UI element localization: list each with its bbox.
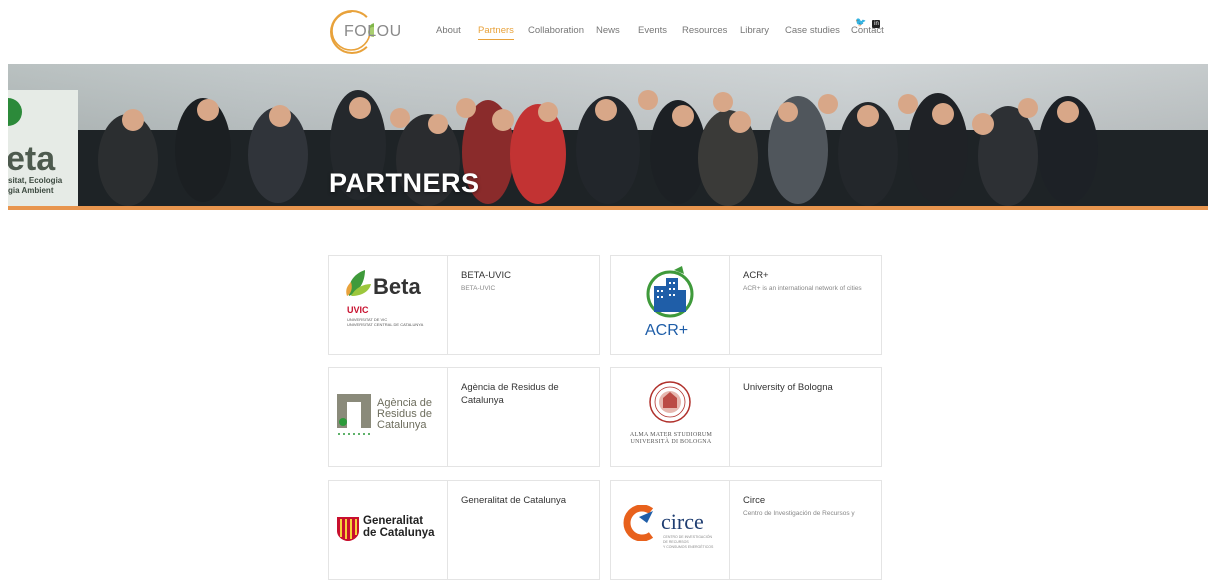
bologna-logo-text: ALMA MATER STUDIORUM UNIVERSITÀ DI BOLOG… — [629, 432, 713, 445]
social-links: 🐦 in — [855, 12, 885, 30]
page-title: PARTNERS — [329, 168, 480, 198]
partner-card-acr[interactable]: ACR+ ACR+ ACR+ is an international netwo… — [610, 255, 882, 355]
partner-logo: Beta UVIC UNIVERSITAT DE VIC UNIVERSITAT… — [329, 256, 448, 354]
banner-sign-text: eta sitat, Ecologia gia Ambient — [8, 140, 63, 195]
partner-card-circe[interactable]: circe CENTRO DE INVESTIGACIÓN DE RECURSO… — [610, 480, 882, 580]
partner-name[interactable]: Circe — [743, 494, 873, 507]
circe-brand-text: circe — [661, 509, 704, 534]
arc-logo-text: Agència de Residus de Catalunya — [377, 397, 433, 431]
nav-partners[interactable]: Partners — [478, 25, 514, 40]
bologna-seal-icon — [649, 381, 691, 423]
site-header: FOLOU About Partners Collaboration News … — [0, 0, 1208, 64]
acr-globe-icon — [646, 266, 694, 318]
partner-card-generalitat[interactable]: Generalitat de Catalunya Generalitat de … — [328, 480, 600, 580]
partner-logo: ACR+ — [611, 256, 730, 354]
partner-description: Centro de Investigación de Recursos y — [743, 510, 855, 517]
arc-logo-icon — [337, 394, 371, 435]
partner-name[interactable]: BETA-UVIC — [461, 269, 591, 282]
logo-text: FOLOU — [344, 23, 402, 40]
generalitat-logo-text: Generalitat de Catalunya — [363, 515, 435, 539]
uvic-text: UVIC — [347, 305, 369, 315]
partner-card-beta-uvic[interactable]: Beta UVIC UNIVERSITAT DE VIC UNIVERSITAT… — [328, 255, 600, 355]
partner-card-arc[interactable]: Agència de Residus de Catalunya Agència … — [328, 367, 600, 467]
nav-events[interactable]: Events — [638, 25, 667, 36]
partner-description: ACR+ is an international network of citi… — [743, 285, 862, 292]
beta-brand-text: Beta — [373, 274, 421, 299]
partner-description: BETA-UVIC — [461, 285, 496, 292]
partner-name[interactable]: ACR+ — [743, 269, 873, 282]
partner-name[interactable]: Generalitat de Catalunya — [461, 494, 591, 507]
partner-name[interactable]: University of Bologna — [743, 381, 873, 394]
nav-library[interactable]: Library — [740, 25, 769, 36]
hero-accent-bar — [8, 206, 1208, 210]
beta-leaf-icon — [346, 270, 371, 296]
partner-logo: Generalitat de Catalunya — [329, 481, 448, 579]
nav-case-studies[interactable]: Case studies — [785, 25, 840, 36]
nav-resources[interactable]: Resources — [682, 25, 727, 36]
generalitat-shield-icon — [337, 517, 359, 541]
partner-card-bologna[interactable]: ALMA MATER STUDIORUM UNIVERSITÀ DI BOLOG… — [610, 367, 882, 467]
twitter-icon[interactable]: 🐦 — [855, 18, 866, 27]
partner-logo: ALMA MATER STUDIORUM UNIVERSITÀ DI BOLOG… — [611, 368, 730, 466]
group-photo-image — [8, 90, 1208, 206]
hero-banner: eta sitat, Ecologia gia Ambient PARTNERS — [8, 64, 1208, 206]
linkedin-icon[interactable]: in — [872, 20, 881, 28]
nav-news[interactable]: News — [596, 25, 620, 36]
folou-logo[interactable]: FOLOU — [330, 10, 402, 54]
circe-c-icon — [623, 505, 654, 541]
partner-name[interactable]: Agència de Residus de Catalunya — [461, 381, 591, 407]
acr-brand-text: ACR+ — [645, 322, 689, 339]
partner-logo: Agència de Residus de Catalunya — [329, 368, 448, 466]
circe-subtitle: CENTRO DE INVESTIGACIÓN DE RECURSOS Y CO… — [663, 535, 714, 549]
nav-about[interactable]: About — [436, 25, 461, 36]
partner-logo: circe CENTRO DE INVESTIGACIÓN DE RECURSO… — [611, 481, 730, 579]
nav-collaboration[interactable]: Collaboration — [528, 25, 584, 36]
uvic-subtitle: UNIVERSITAT DE VIC UNIVERSITAT CENTRAL D… — [347, 317, 424, 327]
